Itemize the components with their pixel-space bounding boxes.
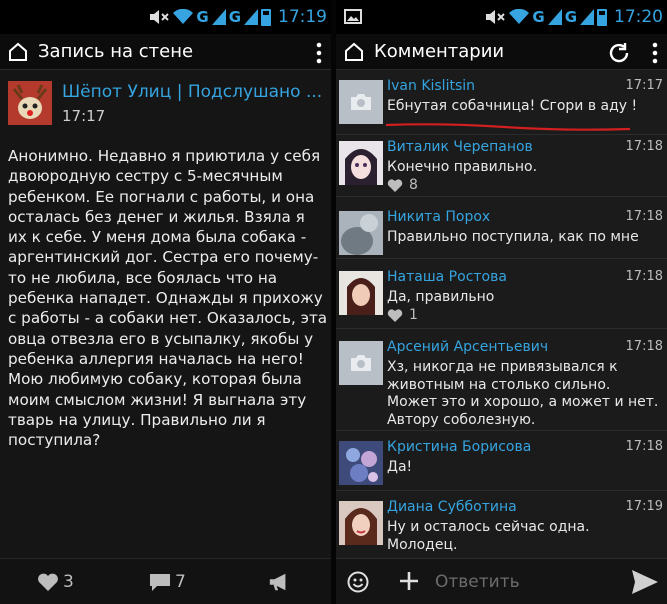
mute-icon <box>150 10 170 24</box>
like-count: 3 <box>63 572 74 592</box>
comment-text: Правильно поступила, как по мне <box>387 229 639 245</box>
page-title: Комментарии <box>374 41 505 62</box>
camera-placeholder-icon <box>351 355 371 371</box>
comment-time: 17:18 <box>625 439 663 454</box>
avatar[interactable] <box>339 501 383 545</box>
home-icon[interactable] <box>344 42 364 62</box>
comment-time: 17:19 <box>625 499 663 514</box>
heart-icon <box>387 308 403 322</box>
comment-author[interactable]: Диана Субботина <box>387 499 517 515</box>
comment-count: 7 <box>175 572 186 592</box>
comment-likes[interactable]: 8 <box>387 177 418 193</box>
comment-item[interactable]: Кристина Борисова 17:18 Да! <box>336 434 667 490</box>
post-author[interactable]: Шёпот Улиц | Подслушано ... <box>62 82 324 102</box>
wifi-icon <box>509 9 530 24</box>
community-avatar[interactable] <box>8 81 52 125</box>
comment-text: Ну и осталось сейчас одна. Молодец. <box>387 519 590 553</box>
divider <box>336 328 667 329</box>
comment-author[interactable]: Ivan Kislitsin <box>387 78 475 94</box>
avatar[interactable] <box>339 441 383 485</box>
red-underline-annotation <box>385 123 631 131</box>
like-button[interactable]: 3 <box>37 572 74 592</box>
comment-author[interactable]: Наташа Ростова <box>387 269 507 285</box>
comment-author[interactable]: Никита Порох <box>387 209 490 225</box>
comment-item[interactable]: Виталик Черепанов 17:18 Конечно правильн… <box>336 134 667 196</box>
comment-author[interactable]: Кристина Борисова <box>387 439 531 455</box>
avatar[interactable] <box>339 211 383 255</box>
comment-author[interactable]: Виталик Черепанов <box>387 139 533 155</box>
comment-text: Хз, никогда не привязывался к животным н… <box>387 359 659 428</box>
signal-icon <box>244 9 258 25</box>
post-time: 17:17 <box>62 107 106 125</box>
post-text: Анонимно. Недавно я приютила у себя двою… <box>8 147 328 450</box>
camera-placeholder-icon <box>351 94 371 110</box>
megaphone-icon <box>269 573 286 591</box>
comment-item[interactable]: Диана Субботина 17:19 Ну и осталось сейч… <box>336 494 667 556</box>
comment-text: Ебнутая собачница! Сгори в аду ! <box>387 98 638 114</box>
network-type: G <box>196 8 209 26</box>
overflow-icon[interactable] <box>651 42 659 64</box>
post-actions-bar: 3 7 <box>0 558 331 604</box>
signal-icon <box>580 9 594 25</box>
emoji-icon[interactable] <box>347 571 369 593</box>
network-type: G <box>532 8 545 26</box>
comment-time: 17:17 <box>625 78 663 93</box>
divider <box>336 196 667 197</box>
mute-icon <box>486 10 506 24</box>
heart-icon <box>387 178 403 192</box>
send-icon[interactable] <box>631 569 659 595</box>
plus-icon[interactable] <box>399 571 419 591</box>
comment-time: 17:18 <box>625 139 663 154</box>
like-count: 8 <box>409 177 418 193</box>
comment-item[interactable]: Арсений Арсентьевич 17:18 Хз, никогда не… <box>336 334 667 430</box>
refresh-icon[interactable] <box>607 41 631 65</box>
avatar[interactable] <box>339 80 383 124</box>
divider <box>336 430 667 431</box>
avatar[interactable] <box>339 141 383 185</box>
reply-bar <box>336 558 667 604</box>
like-count: 1 <box>409 307 418 323</box>
comment-author[interactable]: Арсений Арсентьевич <box>387 339 548 355</box>
status-bar: G G 17:20 <box>336 0 667 34</box>
comments-button[interactable]: 7 <box>149 572 186 592</box>
comment-text: Да! <box>387 459 413 475</box>
divider <box>336 258 667 259</box>
network-type: G <box>564 8 577 26</box>
comment-text: Конечно правильно. <box>387 159 538 175</box>
page-title: Запись на стене <box>38 41 194 62</box>
signal-icon <box>547 9 562 25</box>
home-icon[interactable] <box>8 42 28 62</box>
gallery-icon <box>344 9 362 24</box>
post-screen: G G 17:19 Запись на стене Шёпот Улиц | П… <box>0 0 331 604</box>
avatar[interactable] <box>339 271 383 315</box>
share-button[interactable] <box>268 572 290 592</box>
comment-icon <box>150 574 170 591</box>
overflow-icon[interactable] <box>315 42 323 64</box>
signal-icon <box>211 9 226 25</box>
comments-screen: G G 17:20 Комментарии Ivan Kislitsin 17:… <box>336 0 667 604</box>
heart-icon <box>38 573 58 591</box>
status-time: 17:20 <box>614 7 663 27</box>
comment-likes[interactable]: 1 <box>387 307 418 323</box>
app-bar: Запись на стене <box>0 34 331 70</box>
reply-input[interactable] <box>435 567 615 597</box>
battery-icon <box>261 8 271 26</box>
status-time: 17:19 <box>278 7 327 27</box>
wifi-icon <box>173 9 194 24</box>
battery-icon <box>597 8 607 26</box>
comment-text: Да, правильно <box>387 289 495 305</box>
comment-time: 17:18 <box>625 269 663 284</box>
network-type: G <box>228 8 241 26</box>
comment-time: 17:18 <box>625 339 663 354</box>
status-bar: G G 17:19 <box>0 0 331 34</box>
avatar[interactable] <box>339 341 383 385</box>
comment-time: 17:18 <box>625 209 663 224</box>
divider <box>336 490 667 491</box>
app-bar: Комментарии <box>336 34 667 70</box>
comment-item[interactable]: Наташа Ростова 17:18 Да, правильно 1 <box>336 264 667 328</box>
comment-item[interactable]: Никита Порох 17:18 Правильно поступила, … <box>336 204 667 262</box>
